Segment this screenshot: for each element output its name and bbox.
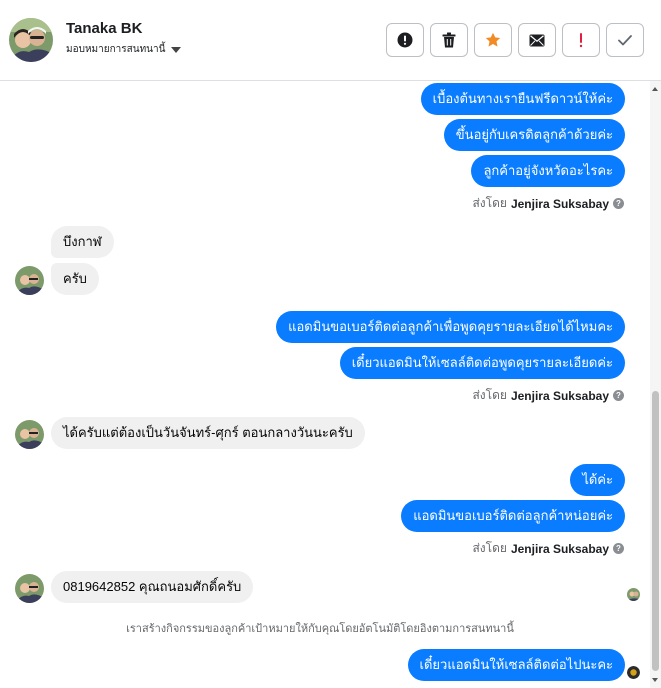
contact-avatar-small <box>15 574 44 603</box>
sent-by-name: Jenjira Suksabay <box>510 388 609 403</box>
incoming-message[interactable]: ได้ครับแต่ต้องเป็นวันจันทร์-ศุกร์ ตอนกลา… <box>51 417 365 449</box>
mark-done-button[interactable] <box>606 23 644 57</box>
sent-by-label: ส่งโดย Jenjira Suksabay ? <box>472 539 624 558</box>
help-icon[interactable]: ? <box>613 198 624 209</box>
scrollbar-thumb[interactable] <box>652 391 659 671</box>
outgoing-message[interactable]: ขึ้นอยู่กับเครดิตลูกค้าด้วยค่ะ <box>443 119 625 151</box>
scroll-up-arrow-icon[interactable] <box>652 87 658 91</box>
outgoing-message[interactable]: เดี๋ยวแอดมินให้เซลล์ติดต่อพูดคุยรายละเอี… <box>339 347 625 379</box>
star-button[interactable] <box>474 23 512 57</box>
seen-indicator-avatar <box>627 588 640 601</box>
chat-scrollbar[interactable] <box>650 81 661 688</box>
help-icon[interactable]: ? <box>613 390 624 401</box>
conversation-toolbar <box>386 23 644 57</box>
outgoing-message[interactable]: เดี๋ยวแอดมินให้เซลล์ติดต่อไปนะคะ <box>407 649 625 681</box>
follow-up-button[interactable] <box>562 23 600 57</box>
sent-by-prefix: ส่งโดย <box>472 388 507 402</box>
outgoing-message[interactable]: แอดมินขอเบอร์ติดต่อลูกค้าเพื่อพูดคุยรายล… <box>276 311 625 343</box>
assign-label: มอบหมายการสนทนานี้ <box>66 44 166 55</box>
contact-avatar-small <box>15 420 44 449</box>
sent-by-name: Jenjira Suksabay <box>510 196 609 211</box>
contact-avatar[interactable] <box>9 18 53 62</box>
trash-icon <box>442 32 456 48</box>
conversation-header: Tanaka BK มอบหมายการสนทนานี้ <box>0 0 661 81</box>
exclamation-icon <box>579 33 583 48</box>
assign-conversation-dropdown[interactable]: มอบหมายการสนทนานี้ <box>66 42 182 57</box>
star-icon <box>485 32 501 47</box>
envelope-icon <box>529 34 545 46</box>
delete-button[interactable] <box>430 23 468 57</box>
page-avatar <box>627 666 640 679</box>
alert-icon <box>397 32 413 48</box>
system-note: เราสร้างกิจกรรมของลูกค้าเป้าหมายให้กับคุ… <box>126 623 514 635</box>
caret-down-icon <box>171 47 182 53</box>
check-icon <box>618 34 632 45</box>
incoming-message[interactable]: ครับ <box>51 263 99 295</box>
mark-unread-button[interactable] <box>518 23 556 57</box>
help-icon[interactable]: ? <box>613 543 624 554</box>
mark-spam-button[interactable] <box>386 23 424 57</box>
sent-by-name: Jenjira Suksabay <box>510 541 609 556</box>
incoming-message[interactable]: 0819642852 คุณถนอมศักดิ์ครับ <box>51 571 254 603</box>
sent-by-prefix: ส่งโดย <box>472 541 507 555</box>
sent-by-label: ส่งโดย Jenjira Suksabay ? <box>472 194 624 213</box>
outgoing-message[interactable]: ได้ค่ะ <box>570 464 625 496</box>
contact-avatar-small <box>15 266 44 295</box>
message-thread: เบื้องต้นทางเรายืนฟรีดาวน์ให้ค่ะ ขึ้นอยู… <box>0 81 650 688</box>
sent-by-prefix: ส่งโดย <box>472 196 507 210</box>
incoming-message[interactable]: บึงกาฬ <box>51 226 114 258</box>
scroll-down-arrow-icon[interactable] <box>652 678 658 682</box>
outgoing-message[interactable]: ลูกค้าอยู่จังหวัดอะไรคะ <box>471 155 625 187</box>
outgoing-message[interactable]: เบื้องต้นทางเรายืนฟรีดาวน์ให้ค่ะ <box>420 83 625 115</box>
contact-name[interactable]: Tanaka BK <box>66 20 142 37</box>
sent-by-label: ส่งโดย Jenjira Suksabay ? <box>472 386 624 405</box>
outgoing-message[interactable]: แอดมินขอเบอร์ติดต่อลูกค้าหน่อยค่ะ <box>401 500 625 532</box>
